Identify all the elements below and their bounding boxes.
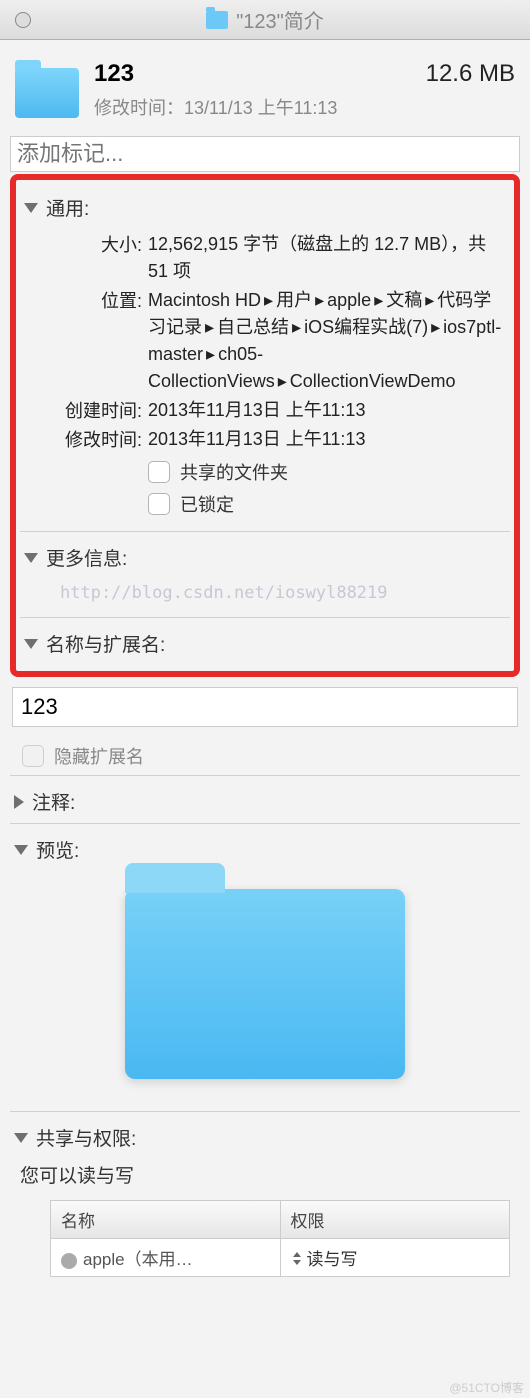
section-general[interactable]: 通用:: [20, 184, 510, 227]
created-value: 2013年11月13日 上午11:13: [148, 397, 504, 424]
chevron-down-icon: [24, 639, 38, 649]
close-button[interactable]: [15, 12, 31, 28]
user-icon: [61, 1253, 77, 1269]
col-priv: 权限: [281, 1201, 510, 1238]
name-input[interactable]: [12, 687, 518, 727]
folder-icon: [15, 68, 79, 118]
window-title: "123"简介: [236, 5, 324, 34]
folder-icon: [206, 11, 228, 29]
highlight-box: 通用: 大小: 12,562,915 字节（磁盘上的 12.7 MB），共 51…: [10, 174, 520, 677]
tags-input[interactable]: [10, 136, 520, 172]
locked-label: 已锁定: [180, 491, 234, 517]
section-sharing[interactable]: 共享与权限:: [10, 1114, 520, 1157]
modified-summary: 修改时间：13/11/13 上午11:13: [94, 94, 515, 120]
size-value: 12,562,915 字节（磁盘上的 12.7 MB），共 51 项: [148, 231, 504, 285]
table-row[interactable]: apple（本用… 读与写: [51, 1239, 509, 1276]
section-more-info[interactable]: 更多信息:: [20, 534, 510, 577]
titlebar: "123"简介: [0, 0, 530, 40]
chevron-down-icon: [14, 1133, 28, 1143]
shared-folder-label: 共享的文件夹: [180, 459, 288, 485]
modified-label: 修改时间:: [50, 426, 148, 453]
folder-size: 12.6 MB: [426, 60, 515, 88]
col-name: 名称: [51, 1201, 281, 1238]
locked-checkbox[interactable]: [148, 493, 170, 515]
sharing-desc: 您可以读与写: [10, 1157, 520, 1196]
folder-preview-icon: [125, 889, 405, 1079]
location-label: 位置:: [50, 287, 148, 395]
modified-value: 2013年11月13日 上午11:13: [148, 426, 504, 453]
size-label: 大小:: [50, 231, 148, 285]
chevron-right-icon: [14, 795, 24, 809]
folder-name: 123: [94, 60, 134, 87]
info-header: 123 12.6 MB 修改时间：13/11/13 上午11:13: [10, 50, 520, 136]
shared-folder-checkbox[interactable]: [148, 461, 170, 483]
chevron-down-icon: [14, 845, 28, 855]
watermark-text: http://blog.csdn.net/ioswyl88219: [20, 577, 510, 615]
footer-watermark: @51CTO博客: [449, 1379, 524, 1396]
permissions-table: 名称 权限 apple（本用… 读与写: [50, 1200, 510, 1277]
chevron-down-icon: [24, 553, 38, 563]
section-preview[interactable]: 预览:: [10, 826, 520, 869]
location-value: Macintosh HD▸用户▸apple▸文稿▸代码学习记录▸自己总结▸iOS…: [148, 287, 504, 395]
chevron-down-icon: [24, 203, 38, 213]
section-name-ext[interactable]: 名称与扩展名:: [20, 620, 510, 663]
created-label: 创建时间:: [50, 397, 148, 424]
section-comments[interactable]: 注释:: [10, 778, 520, 821]
hide-ext-label: 隐藏扩展名: [54, 743, 144, 769]
preview-area: [10, 869, 520, 1109]
hide-ext-checkbox: [22, 745, 44, 767]
